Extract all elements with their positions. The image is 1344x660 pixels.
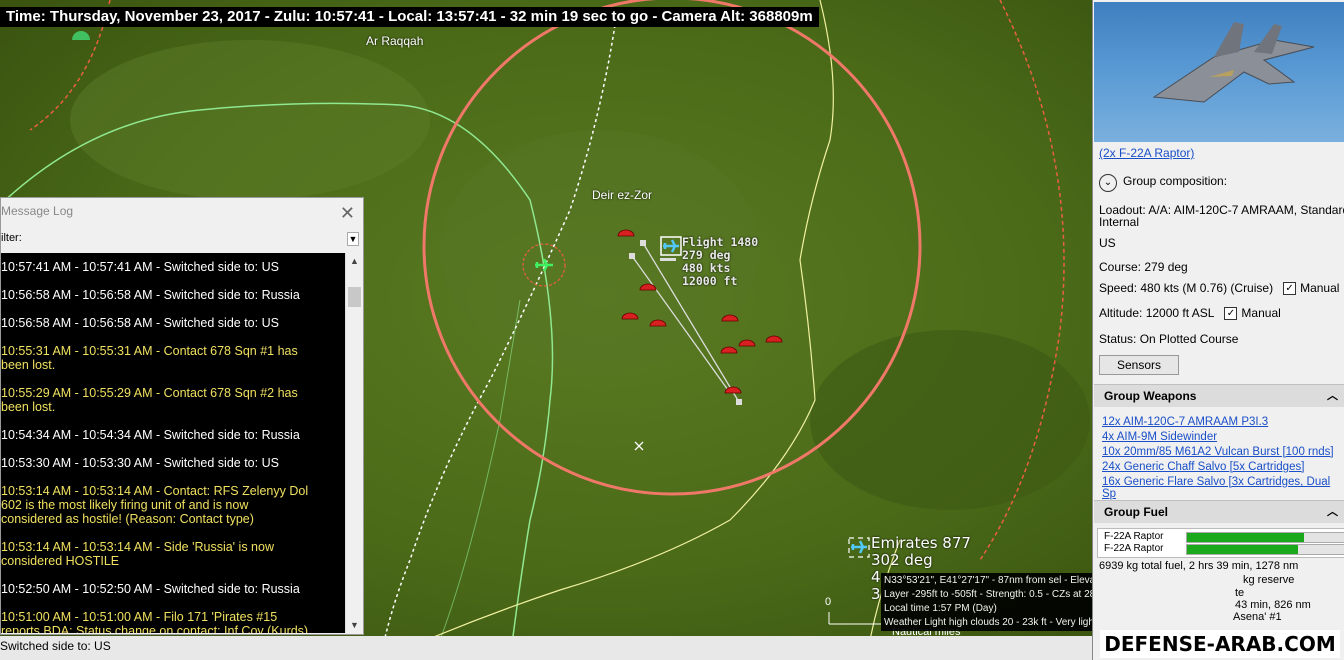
log-message: 10:56:58 AM - 10:56:58 AM - Switched sid…: [1, 316, 279, 330]
weapon-link[interactable]: 10x 20mm/85 M61A2 Vulcan Burst [100 rnds…: [1102, 446, 1334, 458]
log-message: 10:52:50 AM - 10:52:50 AM - Switched sid…: [1, 582, 300, 596]
watermark-logo: DEFENSE-ARAB.COM: [1100, 630, 1340, 658]
close-icon[interactable]: ✕: [340, 200, 355, 226]
speed-manual-checkbox[interactable]: ✓: [1283, 282, 1297, 296]
fuel-row: F-22A Raptor: [1104, 531, 1344, 543]
fuel-line3: te: [1235, 587, 1245, 599]
group-weapons-header[interactable]: Group Weapons ︿: [1094, 384, 1344, 407]
group-link[interactable]: (2x F-22A Raptor): [1099, 146, 1194, 160]
log-message: 10:53:14 AM - 10:53:14 AM - Side 'Russia…: [1, 540, 274, 568]
speed-text: Speed: 480 kts (M 0.76) (Cruise): [1099, 281, 1274, 295]
jet-image: [1152, 22, 1315, 103]
side-text: US: [1099, 236, 1116, 250]
city-label-ar-raqqah: Ar Raqqah: [366, 34, 424, 48]
unit-info-panel: (2x F-22A Raptor) ⌄ Group composition: Lo…: [1092, 0, 1344, 660]
collapse-icon[interactable]: ︿: [1317, 385, 1338, 407]
hover-local-time: Local time 1:57 PM (Day): [884, 603, 997, 614]
sensors-button[interactable]: Sensors: [1099, 355, 1179, 375]
fuel-bar: [1186, 544, 1344, 555]
time-bar: Time: Thursday, November 23, 2017 - Zulu…: [0, 7, 819, 27]
message-log-title[interactable]: Message Log ✕: [1, 198, 363, 224]
weapon-link[interactable]: 16x Generic Flare Salvo [3x Cartridges, …: [1102, 476, 1344, 500]
waypoint: [660, 258, 676, 261]
selected-unit-label: Flight 1480 279 deg 480 kts 12000 ft: [682, 236, 758, 288]
group-composition-label: Group composition:: [1123, 174, 1228, 188]
scroll-thumb[interactable]: [348, 287, 361, 307]
hover-weather: Weather Light high clouds 20 - 23k ft - …: [884, 617, 1092, 628]
manual-label: Manual: [1300, 281, 1340, 295]
scale-zero-label: 0: [825, 596, 832, 608]
hover-info-tooltip: N33°53'21", E41°27'17" - 87nm from sel -…: [881, 573, 1092, 631]
weapon-link[interactable]: 4x AIM-9M Sidewinder: [1102, 431, 1217, 443]
speed-row: Speed: 480 kts (M 0.76) (Cruise) ✓ Manual: [1099, 281, 1340, 296]
window-title: Message Log: [1, 204, 74, 218]
fuel-line4: 43 min, 826 nm: [1235, 599, 1311, 611]
city-label-deir-ez-zor: Deir ez-Zor: [592, 188, 653, 202]
scrollbar[interactable]: ▲ ▼: [345, 253, 363, 633]
log-message: 10:53:30 AM - 10:53:30 AM - Switched sid…: [1, 456, 279, 470]
hover-layer: Layer -295ft to -505ft - Strength: 0.5 -…: [884, 589, 1092, 600]
log-message: 10:54:34 AM - 10:54:34 AM - Switched sid…: [1, 428, 300, 442]
fuel-reserve-text: kg reserve: [1243, 574, 1295, 586]
altitude-text: Altitude: 12000 ft ASL: [1099, 306, 1215, 320]
hover-coords: N33°53'21", E41°27'17" - 87nm from sel -…: [884, 575, 1092, 586]
aircraft-name: F-22A Raptor: [1104, 543, 1164, 554]
message-log-window[interactable]: Message Log ✕ ilter: ▼ 10:57:41 AM - 10:…: [0, 197, 364, 635]
log-message: 10:57:41 AM - 10:57:41 AM - Switched sid…: [1, 260, 279, 274]
unit-name: Emirates 877: [871, 534, 971, 552]
weapon-link[interactable]: 24x Generic Chaff Salvo [5x Cartridges]: [1102, 461, 1304, 473]
log-message: 10:53:14 AM - 10:53:14 AM - Contact: RFS…: [1, 484, 309, 526]
terrain-patch: [810, 330, 1090, 510]
altitude-row: Altitude: 12000 ft ASL ✓ Manual: [1099, 306, 1281, 321]
fuel-table: F-22A Raptor F-22A Raptor: [1097, 528, 1344, 558]
log-message: 10:56:58 AM - 10:56:58 AM - Switched sid…: [1, 288, 300, 302]
fuel-bar-fill: [1187, 545, 1298, 554]
status-bar: Switched side to: US: [0, 636, 1092, 660]
filter-dropdown-icon[interactable]: ▼: [347, 232, 359, 246]
course-text: Course: 279 deg: [1099, 260, 1188, 274]
message-list[interactable]: 10:57:41 AM - 10:57:41 AM - Switched sid…: [1, 253, 347, 633]
section-title: Group Fuel: [1104, 505, 1168, 519]
group-composition-row[interactable]: ⌄ Group composition:: [1099, 174, 1227, 192]
fuel-bar: [1186, 532, 1344, 543]
aircraft-name: F-22A Raptor: [1104, 531, 1164, 542]
collapse-icon[interactable]: ︿: [1317, 501, 1338, 523]
unit-course: 302 deg: [871, 551, 933, 569]
scroll-up-icon[interactable]: ▲: [346, 253, 363, 269]
manual-label: Manual: [1241, 306, 1281, 320]
group-fuel-header[interactable]: Group Fuel ︿: [1094, 500, 1344, 523]
log-message: 10:55:31 AM - 10:55:31 AM - Contact 678 …: [1, 344, 298, 372]
fuel-row: F-22A Raptor: [1104, 543, 1344, 555]
fuel-line5: Asena' #1: [1233, 611, 1282, 623]
unit-altitude: 12000 ft: [682, 274, 738, 288]
scroll-down-icon[interactable]: ▼: [346, 617, 363, 633]
fuel-bar-fill: [1187, 533, 1304, 542]
message-log-filter[interactable]: ilter: ▼: [1, 224, 363, 252]
loadout-text-2: Internal: [1099, 215, 1140, 229]
terrain-patch: [70, 40, 430, 200]
chevron-down-icon[interactable]: ⌄: [1099, 174, 1117, 192]
fuel-total-text: 6939 kg total fuel, 2 hrs 39 min, 1278 n…: [1099, 560, 1299, 572]
section-title: Group Weapons: [1104, 389, 1197, 403]
aircraft-photo: [1094, 2, 1344, 142]
altitude-manual-checkbox[interactable]: ✓: [1224, 307, 1238, 321]
weapon-link[interactable]: 12x AIM-120C-7 AMRAAM P3I.3: [1102, 416, 1268, 428]
log-message: 10:51:00 AM - 10:51:00 AM - Filo 171 'Pi…: [1, 610, 309, 633]
status-text: Switched side to: US: [0, 639, 111, 653]
filter-label: ilter:: [1, 232, 22, 244]
status-text: Status: On Plotted Course: [1099, 332, 1239, 346]
log-message: 10:55:29 AM - 10:55:29 AM - Contact 678 …: [1, 386, 298, 414]
